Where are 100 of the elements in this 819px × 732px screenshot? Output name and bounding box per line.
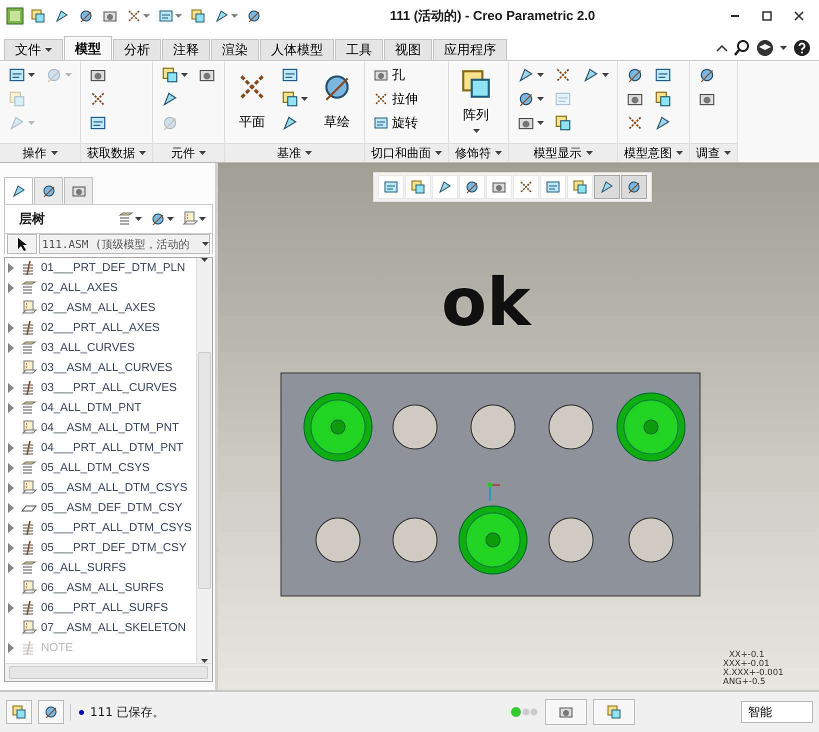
collapse-icon[interactable] <box>716 44 728 52</box>
caret-icon <box>472 128 480 133</box>
ribbon-button[interactable]: 草绘 <box>316 63 358 137</box>
tree-item[interactable]: 04___PRT_ALL_DTM_PNT <box>41 442 184 454</box>
view-tool-button[interactable] <box>594 175 620 199</box>
tool-icon <box>190 8 206 24</box>
panel-tab[interactable] <box>34 177 63 204</box>
expand-arrow-icon[interactable] <box>8 463 14 473</box>
expand-arrow-icon[interactable] <box>8 383 14 393</box>
expand-arrow-icon[interactable] <box>8 323 14 333</box>
vertical-scrollbar[interactable] <box>196 258 212 663</box>
view-tool-button[interactable] <box>621 175 647 199</box>
status-message: 111 已保存。 <box>70 704 505 720</box>
tree-item[interactable]: 04__ASM_ALL_DTM_PNT <box>41 422 180 434</box>
help-icon[interactable] <box>793 39 811 57</box>
tool-icon <box>161 114 179 132</box>
model-tree-button[interactable] <box>6 700 32 724</box>
expand-arrow-icon[interactable] <box>8 503 14 513</box>
tree-item[interactable]: 06_ALL_SURFS <box>41 562 126 574</box>
tree-item[interactable]: 02___PRT_ALL_AXES <box>41 322 160 334</box>
selection-button[interactable] <box>593 699 635 725</box>
find-button[interactable] <box>545 699 587 725</box>
horizontal-scrollbar[interactable] <box>5 663 212 681</box>
tree-item[interactable]: 05_ALL_DTM_CSYS <box>41 462 150 474</box>
ribbon-group-label[interactable]: 操作 <box>0 143 80 162</box>
ribbon-group-label[interactable]: 基准 <box>225 143 364 162</box>
window-title: 111 (活动的) - Creo Parametric 2.0 <box>388 7 596 25</box>
ribbon-group-label[interactable]: 切口和曲面 <box>365 143 448 162</box>
panel-tab[interactable] <box>4 177 33 204</box>
ribbon-tab[interactable]: 渲染 <box>211 39 259 60</box>
pick-button[interactable] <box>7 234 37 254</box>
tool-icon <box>582 66 600 84</box>
tool-icon <box>654 114 672 132</box>
search-icon[interactable] <box>734 40 750 56</box>
tool-icon <box>11 704 27 720</box>
bullet-icon <box>79 710 84 714</box>
ribbon-tab[interactable]: 视图 <box>384 39 432 60</box>
ribbon-group-label[interactable]: 获取数据 <box>81 143 152 162</box>
tree-item[interactable]: 02_ALL_AXES <box>41 282 118 294</box>
status-lights-icon <box>511 707 539 717</box>
expand-arrow-icon[interactable] <box>8 403 14 413</box>
graphics-area[interactable]: ok XX+-0.1 XXX+-0.01 X.XXX+-0.001 ANG+-0.5 <box>218 163 819 690</box>
expand-arrow-icon[interactable] <box>8 543 14 553</box>
tree-item[interactable]: 03___PRT_ALL_CURVES <box>41 382 177 394</box>
graduation-cap-icon[interactable] <box>756 39 774 57</box>
expand-arrow-icon[interactable] <box>8 483 14 493</box>
expand-arrow-icon[interactable] <box>8 563 14 573</box>
ribbon-group-label[interactable]: 修饰符 <box>449 143 508 162</box>
ribbon-button[interactable]: 平面 <box>231 63 273 137</box>
ribbon-button[interactable]: 拉伸 <box>371 87 420 111</box>
expand-arrow-icon[interactable] <box>8 523 14 533</box>
panel-title: 层树 <box>19 211 46 228</box>
tree-item[interactable]: 06__ASM_ALL_SURFS <box>41 582 164 594</box>
tree-item[interactable]: 05___PRT_DEF_DTM_CSY <box>41 542 187 554</box>
layer-stack-icon <box>21 340 37 356</box>
expand-arrow-icon[interactable] <box>8 443 14 453</box>
tree-item[interactable]: 03_ALL_CURVES <box>41 342 135 354</box>
expand-arrow-icon[interactable] <box>8 283 14 293</box>
tool-icon <box>373 115 389 131</box>
tool-icon <box>626 66 644 84</box>
tool-icon <box>554 114 572 132</box>
ribbon-group-label[interactable]: 元件 <box>153 143 224 162</box>
filter-dropdown[interactable]: 智能 <box>741 701 813 723</box>
tree-item[interactable]: 05__ASM_DEF_DTM_CSY <box>41 502 182 514</box>
tool-icon <box>8 90 26 108</box>
tool-icon <box>554 90 572 108</box>
ribbon-tab[interactable]: 工具 <box>335 39 383 60</box>
ribbon-group-label[interactable]: 模型意图 <box>618 143 689 162</box>
tree-item[interactable]: 05__ASM_ALL_DTM_CSYS <box>41 482 188 494</box>
ribbon-tab[interactable]: 应用程序 <box>433 39 507 60</box>
tool-icon <box>54 8 70 24</box>
browser-button[interactable] <box>38 700 64 724</box>
ribbon-button[interactable]: 阵列 <box>455 63 497 137</box>
ribbon-tab[interactable]: 分析 <box>113 39 161 60</box>
tool-icon <box>654 66 672 84</box>
rule-sheet-icon <box>21 480 37 496</box>
model-dropdown[interactable]: 111.ASM (顶级模型，活动的 <box>39 234 210 254</box>
ribbon-group-label[interactable]: 模型显示 <box>509 143 617 162</box>
ribbon-button[interactable]: 旋转 <box>371 111 420 135</box>
tree-item[interactable]: 01___PRT_DEF_DTM_PLN <box>41 262 186 274</box>
ribbon-group-label[interactable]: 调查 <box>690 143 737 162</box>
tree-item[interactable]: 05___PRT_ALL_DTM_CSYS <box>41 522 192 534</box>
ribbon-tab[interactable]: 人体模型 <box>260 39 334 60</box>
tool-icon <box>606 704 622 720</box>
ribbon-tab[interactable]: 模型 <box>64 36 112 60</box>
ribbon-tab[interactable]: 注释 <box>162 39 210 60</box>
file-menu[interactable]: 文件 <box>4 39 63 60</box>
tree-item[interactable]: 02__ASM_ALL_AXES <box>41 302 156 314</box>
tree-item[interactable]: 04_ALL_DTM_PNT <box>41 402 142 414</box>
expand-arrow-icon[interactable] <box>8 263 14 273</box>
layer-stack-icon <box>118 211 134 227</box>
tree-item[interactable]: 06___PRT_ALL_SURFS <box>41 602 168 614</box>
tree-item[interactable]: 03__ASM_ALL_CURVES <box>41 362 172 374</box>
expand-arrow-icon[interactable] <box>8 343 14 353</box>
expand-arrow-icon[interactable] <box>8 603 14 613</box>
tool-icon <box>10 183 26 199</box>
ribbon-button[interactable]: 孔 <box>371 63 420 87</box>
caret-icon <box>305 151 312 155</box>
tree-item[interactable]: 07__ASM_ALL_SKELETON <box>41 622 186 634</box>
panel-tab[interactable] <box>64 177 93 204</box>
